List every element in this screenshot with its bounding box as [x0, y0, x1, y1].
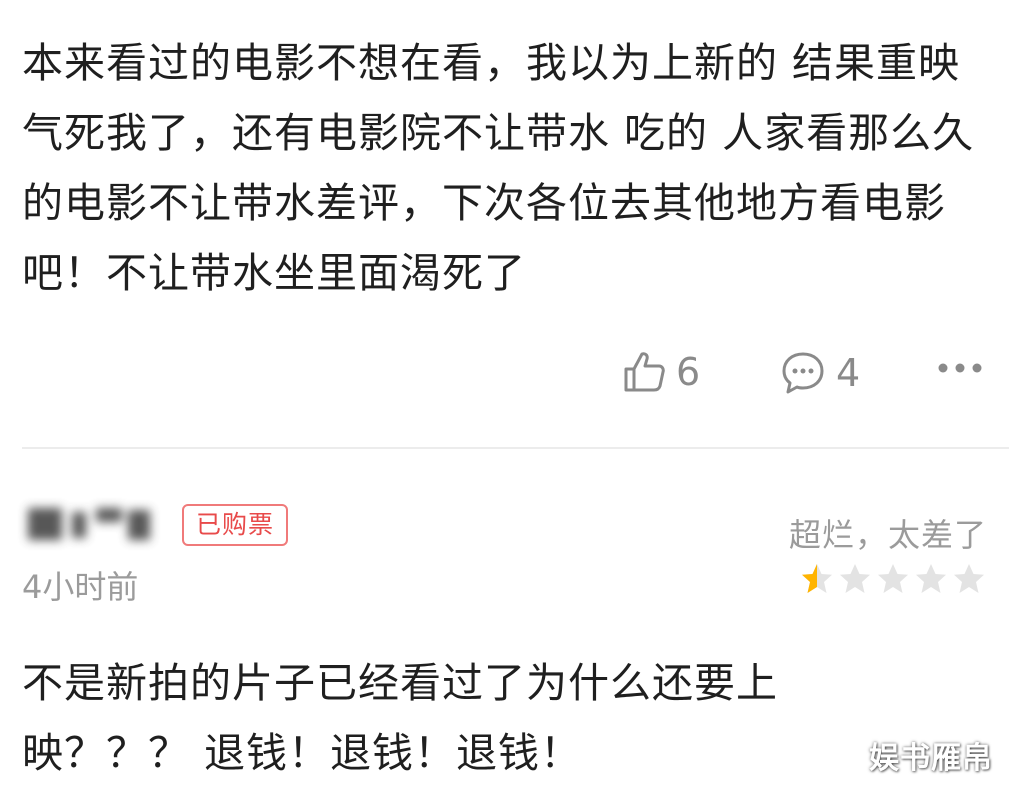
purchased-ticket-badge: 已购票 — [182, 504, 288, 546]
like-count: 6 — [676, 350, 701, 394]
like-button[interactable]: 6 — [622, 350, 700, 394]
comment-body: 本来看过的电影不想在看，我以为上新的 结果重映气死我了，还有电影院不让带水 吃的… — [22, 39, 975, 297]
comment-bubble-icon — [782, 352, 824, 394]
rating-label: 超烂，太差了 — [788, 516, 987, 554]
more-dots-icon — [938, 363, 982, 373]
comment-divider — [22, 447, 1009, 449]
comment-time: 4小时前 — [22, 568, 139, 606]
username-blurred[interactable] — [22, 502, 156, 546]
reply-count: 4 — [836, 351, 861, 395]
star-icon — [878, 564, 908, 593]
star-rating — [800, 562, 986, 596]
thumbs-up-icon — [624, 352, 665, 392]
star-icon — [954, 564, 984, 593]
star-icon — [840, 564, 870, 593]
comment-actions: 6 4 — [0, 348, 1009, 404]
comment-body-2: 不是新拍的片子已经看过了为什么还要上映？？？ 退钱！退钱！退钱！ — [22, 659, 778, 777]
reply-button[interactable]: 4 — [780, 350, 860, 396]
more-options-button[interactable] — [937, 362, 983, 374]
star-icon — [802, 564, 832, 593]
watermark: 娱书雁帛 — [869, 741, 993, 776]
star-icon — [916, 564, 946, 593]
